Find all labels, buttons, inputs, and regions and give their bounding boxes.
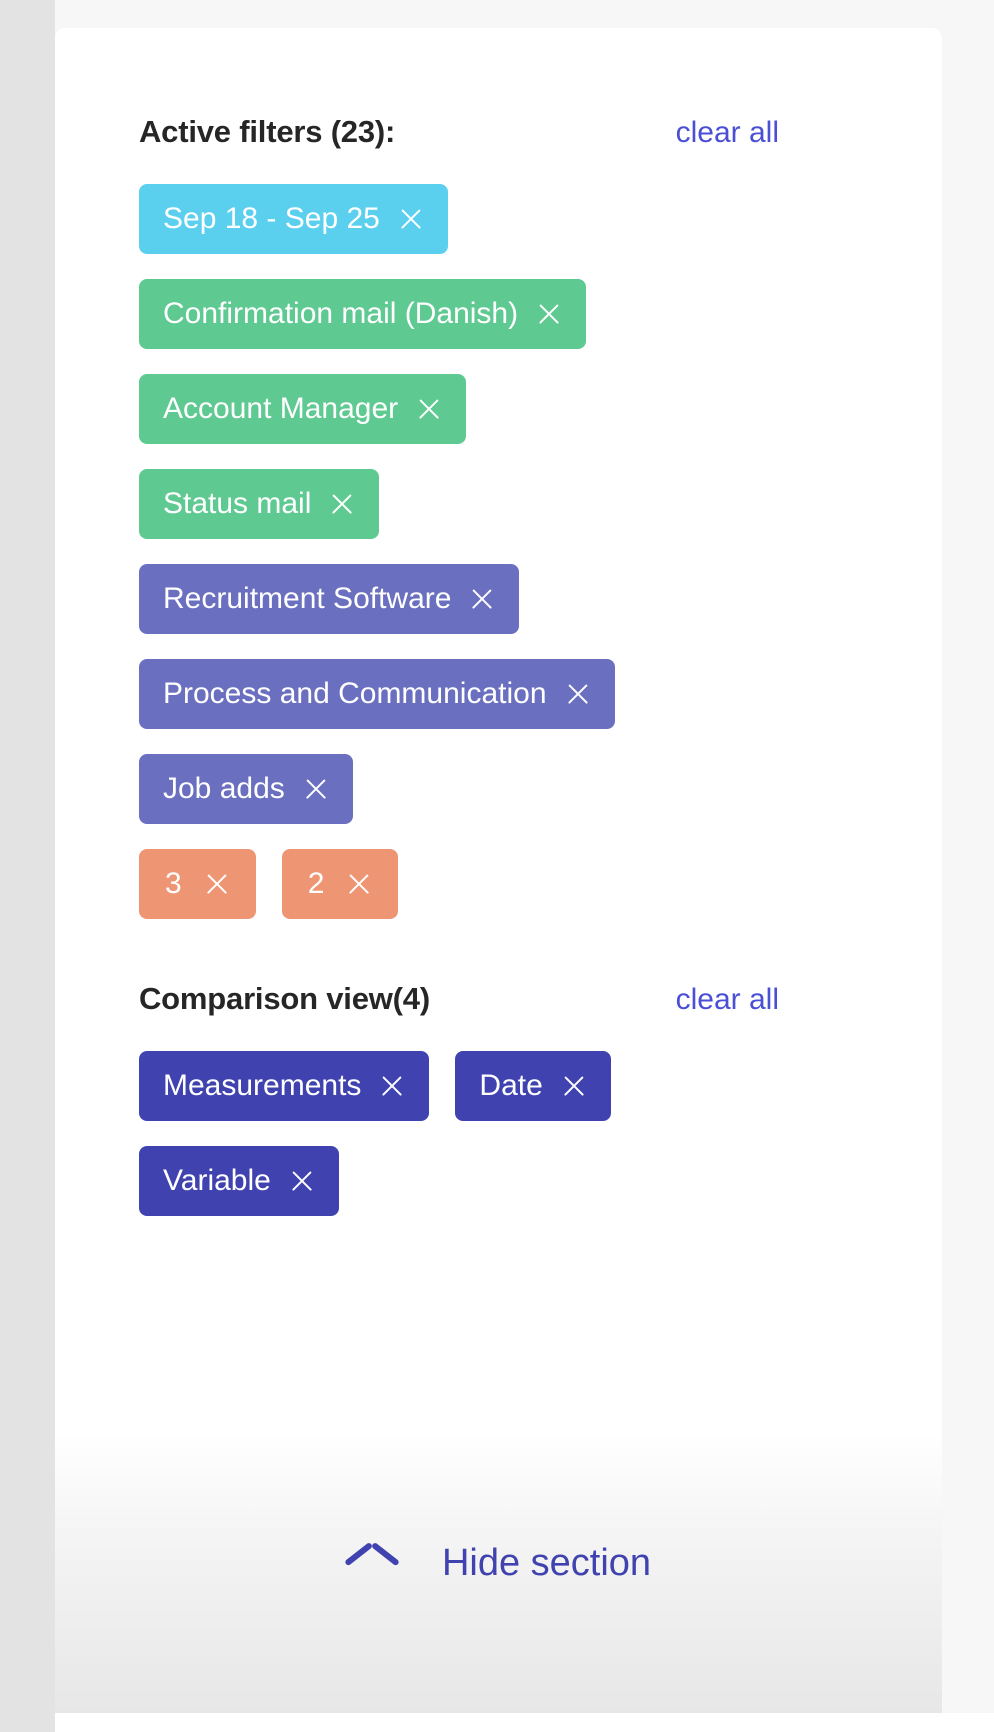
comparison-view-chip-row: Measurements Date	[139, 1051, 942, 1121]
filters-panel-card: Active filters (23): clear all Sep 18 - …	[55, 28, 942, 1434]
hide-section-bar[interactable]: Hide section	[55, 1434, 942, 1713]
active-filter-chip-row: 32	[139, 849, 942, 919]
active-filter-chip-row: Sep 18 - Sep 25	[139, 184, 942, 254]
active-filter-chip-row: Account Manager	[139, 374, 942, 444]
active-filter-chip[interactable]: Status mail	[139, 469, 380, 539]
close-icon[interactable]	[289, 1168, 315, 1194]
comparison-view-chip[interactable]: Date	[455, 1051, 611, 1121]
active-filter-chip[interactable]: Job adds	[139, 754, 353, 824]
active-filter-chip[interactable]: Process and Communication	[139, 659, 615, 729]
active-filter-chip-label: Confirmation mail (Danish)	[163, 297, 519, 330]
active-filter-chip[interactable]: Confirmation mail (Danish)	[139, 279, 587, 349]
active-filter-chip-label: Recruitment Software	[163, 582, 452, 615]
active-filters-chip-list: Sep 18 - Sep 25 Confirmation mail (Danish…	[139, 184, 942, 919]
close-icon[interactable]	[469, 586, 495, 612]
comparison-view-chip[interactable]: Variable	[139, 1146, 339, 1216]
comparison-view-chip[interactable]: Measurements	[139, 1051, 430, 1121]
close-icon[interactable]	[329, 491, 355, 517]
active-filter-chip[interactable]: Account Manager	[139, 374, 467, 444]
comparison-view-chip-list: Measurements Date Variable	[139, 1051, 942, 1216]
active-filter-chip[interactable]: Sep 18 - Sep 25	[139, 184, 448, 254]
comparison-view-chip-label: Date	[479, 1069, 543, 1102]
chevron-up-icon	[346, 1549, 398, 1579]
comparison-view-title: Comparison view(4)	[139, 981, 430, 1016]
close-icon[interactable]	[346, 871, 372, 897]
comparison-view-header: Comparison view(4) clear all	[139, 981, 779, 1017]
active-filters-clear-all-link[interactable]: clear all	[676, 116, 779, 150]
close-icon[interactable]	[379, 1073, 405, 1099]
hide-section-label: Hide section	[441, 1542, 652, 1584]
comparison-view-chip-label: Variable	[163, 1164, 271, 1197]
active-filter-chip-label: Sep 18 - Sep 25	[163, 202, 380, 235]
close-icon[interactable]	[416, 396, 442, 422]
active-filter-chip-row: Job adds	[139, 754, 942, 824]
left-gutter-rail	[0, 0, 55, 1732]
active-filters-header: Active filters (23): clear all	[139, 114, 779, 150]
active-filter-chip[interactable]: 2	[281, 849, 399, 919]
active-filters-title: Active filters (23):	[139, 114, 396, 149]
close-icon[interactable]	[561, 1073, 587, 1099]
active-filter-chip-row: Process and Communication	[139, 659, 942, 729]
filters-panel-content: Active filters (23): clear all Sep 18 - …	[55, 28, 942, 1216]
comparison-view-clear-all-link[interactable]: clear all	[676, 983, 779, 1017]
close-icon[interactable]	[204, 871, 230, 897]
active-filter-chip[interactable]: Recruitment Software	[139, 564, 520, 634]
active-filter-chip-row: Status mail	[139, 469, 942, 539]
comparison-view-chip-row: Variable	[139, 1146, 942, 1216]
close-icon[interactable]	[398, 206, 424, 232]
active-filters-section: Active filters (23): clear all Sep 18 - …	[139, 114, 942, 919]
panel-bottom-edge	[55, 1713, 994, 1732]
comparison-view-chip-label: Measurements	[163, 1069, 362, 1102]
active-filter-chip-label: 2	[307, 867, 325, 900]
active-filter-chip-label: Job adds	[163, 772, 285, 805]
active-filter-chip[interactable]: 3	[139, 849, 256, 919]
active-filter-chip-label: 3	[165, 867, 182, 900]
active-filter-chip-row: Confirmation mail (Danish)	[139, 279, 942, 349]
hide-section-button[interactable]: Hide section	[346, 1542, 651, 1585]
active-filter-chip-label: Process and Communication	[163, 677, 547, 710]
close-icon[interactable]	[536, 301, 562, 327]
active-filter-chip-label: Account Manager	[163, 392, 399, 425]
active-filter-chip-label: Status mail	[163, 487, 312, 520]
active-filter-chip-row: Recruitment Software	[139, 564, 942, 634]
close-icon[interactable]	[565, 681, 591, 707]
comparison-view-section: Comparison view(4) clear all Measurement…	[139, 981, 942, 1216]
close-icon[interactable]	[303, 776, 329, 802]
